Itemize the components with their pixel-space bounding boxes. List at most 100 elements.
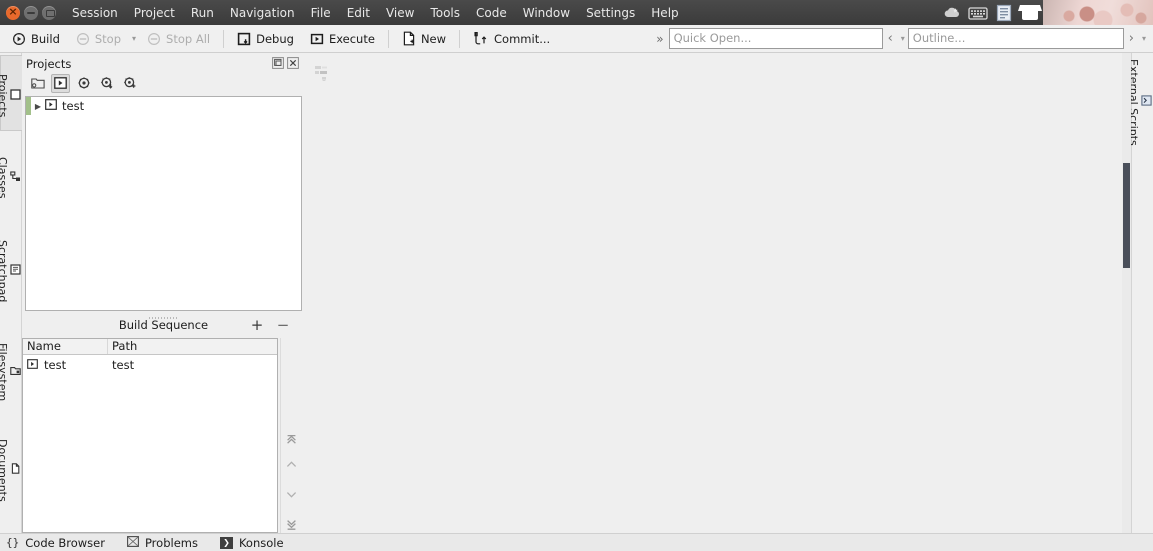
quick-open-input[interactable]: Quick Open...: [668, 28, 883, 49]
editor-area[interactable]: [303, 53, 1131, 533]
cell-name: test: [23, 358, 108, 372]
scrollbar-thumb[interactable]: [1123, 163, 1130, 268]
window-maximize-button[interactable]: [42, 5, 56, 20]
projects-tree[interactable]: ▶ test: [25, 96, 302, 311]
cell-path: test: [108, 358, 277, 372]
sidebar-item-filesystem[interactable]: Filesystem: [0, 323, 22, 415]
system-tray: [939, 0, 1153, 25]
projects-icon: [9, 88, 22, 100]
sidebar-item-documents[interactable]: Documents: [0, 421, 22, 513]
sidebar-item-filesystem-label: Filesystem: [0, 342, 9, 402]
konsole-icon: ❯: [219, 536, 233, 549]
new-button[interactable]: New: [394, 28, 454, 50]
commit-button-label: Commit...: [494, 31, 551, 46]
scratchpad-icon: [9, 263, 22, 275]
sidebar-item-classes[interactable]: Classes: [0, 139, 22, 211]
build-button-label: Build: [31, 31, 60, 46]
statusbar-item-code-browser[interactable]: {} Code Browser: [6, 536, 105, 550]
menu-code[interactable]: Code: [468, 3, 515, 23]
column-header-name[interactable]: Name: [23, 339, 108, 354]
window-minimize-button[interactable]: [24, 5, 38, 20]
stop-button-label: Stop: [94, 31, 122, 46]
debug-button[interactable]: Debug: [229, 28, 302, 50]
external-scripts-icon: [1140, 95, 1153, 106]
move-to-bottom-button[interactable]: [282, 515, 302, 533]
project-settings-button[interactable]: [74, 74, 93, 93]
menu-settings[interactable]: Settings: [578, 3, 643, 23]
sidebar-item-projects-label: Projects: [0, 74, 9, 118]
nav-forward-button[interactable]: ›: [1124, 31, 1139, 46]
editor-scrollbar[interactable]: [1122, 53, 1131, 533]
application-window: Session Project Run Navigation File Edit…: [0, 0, 1153, 551]
execute-button[interactable]: Execute: [302, 28, 383, 50]
empty-editor-icon: [313, 63, 335, 88]
new-button-label: New: [420, 31, 447, 46]
weather-cloud-icon[interactable]: [939, 0, 965, 25]
quick-open-placeholder: Quick Open...: [673, 31, 752, 45]
sidebar-item-classes-label: Classes: [0, 157, 9, 199]
move-down-button[interactable]: [282, 486, 302, 504]
tree-item-label: test: [62, 99, 85, 113]
window-controls: [0, 4, 64, 20]
menu-window[interactable]: Window: [515, 3, 578, 23]
titlebar: Session Project Run Navigation File Edit…: [0, 0, 1153, 25]
sidebar-item-scratchpad[interactable]: Scratchpad: [0, 219, 22, 317]
clipboard-icon[interactable]: [991, 0, 1017, 25]
build-sequence-remove-button[interactable]: −: [274, 315, 292, 335]
column-header-path[interactable]: Path: [108, 339, 277, 354]
nav-forward-dropdown-icon[interactable]: ▾: [1139, 34, 1149, 43]
window-close-button[interactable]: [6, 4, 20, 20]
table-row[interactable]: test test: [23, 355, 277, 374]
run-project-button[interactable]: [51, 73, 70, 93]
build-sequence-add-button[interactable]: +: [248, 315, 266, 335]
open-project-button[interactable]: [28, 74, 47, 93]
keyboard-icon[interactable]: [965, 0, 991, 25]
sidebar-item-projects[interactable]: Projects: [0, 55, 22, 131]
float-icon[interactable]: [272, 57, 285, 70]
main-toolbar: Build Stop ▾ Stop All Debug Execute New …: [0, 25, 1153, 53]
statusbar-item-code-browser-label: Code Browser: [25, 535, 105, 550]
menu-edit[interactable]: Edit: [339, 3, 378, 23]
problems-icon: [127, 535, 139, 550]
toolbar-separator-1: [223, 29, 225, 48]
sidebar-item-external-scripts[interactable]: External Scripts: [1127, 59, 1153, 146]
build-sequence-table[interactable]: Name Path test test: [22, 338, 278, 533]
menu-help[interactable]: Help: [643, 3, 686, 23]
tshirt-icon[interactable]: [1017, 0, 1043, 25]
filesystem-icon: [9, 365, 22, 376]
stop-button[interactable]: Stop: [68, 28, 129, 50]
menu-file[interactable]: File: [303, 3, 339, 23]
menu-navigation[interactable]: Navigation: [222, 3, 303, 23]
stop-all-button[interactable]: Stop All: [139, 28, 218, 50]
build-button[interactable]: Build: [4, 28, 68, 50]
build-sequence-nav-column: [280, 338, 302, 533]
menu-tools[interactable]: Tools: [422, 3, 468, 23]
menu-project[interactable]: Project: [126, 3, 183, 23]
move-up-button[interactable]: [282, 456, 302, 474]
statusbar-item-problems[interactable]: Problems: [127, 536, 198, 550]
nav-back-button[interactable]: ‹: [883, 31, 898, 46]
project-build-settings-button[interactable]: [97, 74, 116, 93]
project-config-button[interactable]: [120, 74, 139, 93]
move-to-top-button[interactable]: [282, 431, 302, 449]
build-sequence-title-label: Build Sequence: [118, 318, 209, 332]
menu-view[interactable]: View: [378, 3, 422, 23]
menu-run[interactable]: Run: [183, 3, 222, 23]
close-icon[interactable]: [287, 57, 300, 70]
stop-dropdown-icon[interactable]: ▾: [129, 34, 139, 43]
toolbar-separator-2: [387, 29, 389, 48]
statusbar-item-problems-label: Problems: [144, 535, 198, 550]
statusbar-item-konsole[interactable]: ❯ Konsole: [219, 536, 284, 550]
execute-button-label: Execute: [328, 31, 375, 46]
nav-back-dropdown-icon[interactable]: ▾: [898, 34, 908, 43]
chevron-right-icon[interactable]: ▶: [31, 102, 45, 111]
classes-icon: [9, 170, 22, 182]
menu-session[interactable]: Session: [64, 3, 126, 23]
project-icon: [27, 358, 38, 372]
toolbar-overflow-button[interactable]: »: [651, 32, 668, 46]
tree-item-test[interactable]: ▶ test: [26, 97, 301, 115]
commit-button[interactable]: Commit...: [465, 28, 558, 50]
braces-icon: {}: [6, 536, 20, 549]
documents-icon: [9, 462, 22, 474]
outline-input[interactable]: Outline...: [907, 28, 1124, 49]
